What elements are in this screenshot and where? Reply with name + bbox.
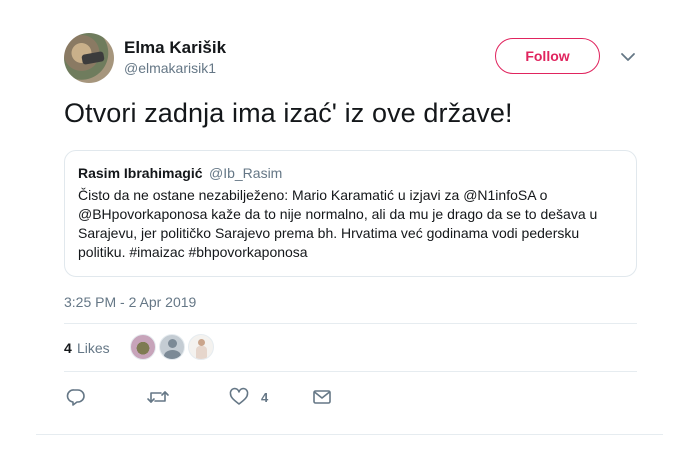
follow-button[interactable]: Follow — [495, 38, 600, 74]
tweet: Elma Karišik @elmakarisik1 Follow Otvori… — [0, 0, 681, 455]
divider — [64, 371, 637, 372]
avatar[interactable] — [64, 33, 114, 83]
envelope-icon — [312, 387, 332, 407]
chevron-down-icon[interactable] — [618, 48, 638, 66]
tweet-text: Otvori zadnja ima izać' iz ove države! — [64, 98, 513, 128]
quoted-tweet-text: Čisto da ne ostane nezabilježeno: Mario … — [78, 186, 626, 262]
like-count: 4 — [261, 389, 269, 405]
quoted-text-line: @BHpovorkaponosa kaže da to nije normaln… — [78, 206, 598, 222]
divider — [36, 434, 663, 435]
retweet-button[interactable] — [146, 386, 170, 408]
liker-avatar[interactable] — [159, 334, 185, 360]
direct-message-button[interactable] — [312, 386, 332, 408]
liker-avatar[interactable] — [130, 334, 156, 360]
retweet-icon — [146, 387, 170, 407]
quoted-author-name: Rasim Ibrahimagić — [78, 165, 203, 181]
quoted-text-line: Čisto da ne ostane nezabilježeno: Mario … — [78, 187, 548, 203]
quoted-text-line: politiku. #imaizac #bhpovorkaponosa — [78, 244, 308, 260]
reply-button[interactable] — [66, 386, 86, 408]
author-handle[interactable]: @elmakarisik1 — [124, 60, 216, 76]
likes-count[interactable]: 4 — [64, 340, 72, 356]
reply-icon — [66, 387, 86, 407]
like-button[interactable]: 4 — [229, 386, 268, 408]
author-name[interactable]: Elma Karišik — [124, 38, 226, 58]
divider — [64, 323, 637, 324]
heart-icon — [229, 387, 249, 407]
quoted-text-line: Sarajevu, jer političko Sarajevo prema b… — [78, 225, 580, 241]
likes-label[interactable]: Likes — [77, 340, 110, 356]
liker-avatar[interactable] — [188, 334, 214, 360]
timestamp[interactable]: 3:25 PM - 2 Apr 2019 — [64, 294, 196, 310]
quoted-tweet[interactable]: Rasim Ibrahimagić @Ib_Rasim Čisto da ne … — [64, 150, 637, 277]
quoted-author-handle: @Ib_Rasim — [209, 165, 283, 181]
